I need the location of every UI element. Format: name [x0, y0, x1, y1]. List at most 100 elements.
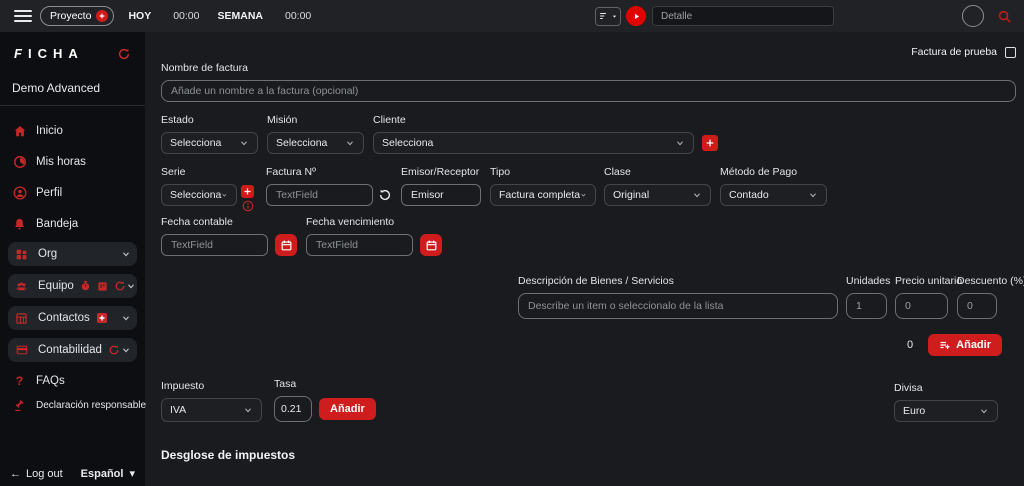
- sidebar-item-label: FAQs: [36, 375, 65, 387]
- descuento-field: Descuento (%): [957, 275, 1024, 319]
- impuesto-select[interactable]: IVA: [161, 398, 262, 422]
- clase-value: Original: [613, 189, 650, 201]
- playlist-add-icon: [940, 341, 950, 349]
- language-label: Español: [80, 467, 124, 480]
- play-icon: [634, 13, 639, 19]
- impuesto-label: Impuesto: [161, 380, 205, 392]
- card-icon: [14, 344, 29, 356]
- metodo-pago-select[interactable]: Contado: [720, 184, 827, 206]
- invoice-name-input[interactable]: [161, 80, 1016, 102]
- descuento-input[interactable]: [957, 293, 997, 319]
- serie-field: Serie Selecciona: [161, 166, 237, 206]
- add-icon[interactable]: [96, 312, 108, 324]
- anadir-tax-button[interactable]: Añadir: [319, 398, 376, 420]
- sidebar-item-label: Contabilidad: [38, 344, 102, 356]
- chevron-down-icon: [694, 193, 700, 198]
- descripcion-input[interactable]: [518, 293, 838, 319]
- sidebar-item-mis-horas[interactable]: Mis horas: [8, 149, 137, 175]
- language-select[interactable]: Español ▾: [80, 467, 135, 481]
- sidebar-item-org[interactable]: Org: [8, 242, 137, 266]
- serie-select[interactable]: Selecciona: [161, 184, 237, 206]
- play-button[interactable]: [626, 6, 646, 26]
- test-invoice-checkbox[interactable]: [1005, 46, 1016, 58]
- contacts-icon: [14, 312, 29, 325]
- project-button[interactable]: Proyecto: [40, 6, 115, 26]
- sidebar-item-label: Declaración responsable: [36, 399, 147, 411]
- search-icon[interactable]: [997, 9, 1012, 24]
- chevron-down-icon: [126, 281, 136, 291]
- sidebar-item-bandeja[interactable]: Bandeja: [8, 211, 137, 237]
- emisor-input[interactable]: [401, 184, 481, 206]
- fecha-contable-input[interactable]: [161, 234, 268, 256]
- stopwatch-icon[interactable]: [80, 280, 91, 292]
- metodo-pago-label: Método de Pago: [720, 166, 798, 178]
- workspace-name: Demo Advanced: [12, 81, 101, 95]
- fecha-vencimiento-calendar-button[interactable]: [420, 234, 442, 256]
- detail-input[interactable]: [652, 6, 834, 26]
- tasa-field: Tasa: [274, 378, 312, 422]
- sidebar-item-declaracion[interactable]: Declaración responsable: [8, 394, 146, 416]
- add-cliente-button[interactable]: [702, 135, 718, 151]
- calendar-icon: [281, 240, 291, 250]
- anadir-item-button[interactable]: Añadir: [928, 334, 1002, 356]
- mision-label: Misión: [267, 114, 298, 126]
- divisa-field: Divisa Euro: [894, 382, 998, 422]
- avatar[interactable]: [962, 5, 984, 27]
- precio-unitario-input[interactable]: [895, 293, 948, 319]
- kanban-icon[interactable]: [97, 281, 108, 292]
- refresh-icon[interactable]: [108, 344, 120, 356]
- estado-select[interactable]: Selecciona: [161, 132, 258, 154]
- bell-icon: [12, 217, 27, 231]
- precio-unitario-field: Precio unitario: [895, 275, 963, 319]
- sidebar-item-contactos[interactable]: Contactos: [8, 306, 137, 330]
- chevron-down-icon: [121, 345, 131, 355]
- clase-label: Clase: [604, 166, 631, 178]
- tipo-value: Factura completa: [499, 189, 581, 201]
- desglose-title: Desglose de impuestos: [161, 448, 296, 462]
- logout-button[interactable]: ← Log out: [10, 468, 63, 480]
- chevron-down-icon: [677, 141, 683, 146]
- cliente-select[interactable]: Selecciona: [373, 132, 694, 154]
- fecha-vencimiento-input[interactable]: [306, 234, 413, 256]
- chevron-down-icon: [245, 408, 251, 413]
- sort-dropdown-button[interactable]: [595, 6, 621, 26]
- cliente-label: Cliente: [373, 114, 406, 126]
- impuesto-value: IVA: [170, 404, 187, 416]
- metodo-pago-field: Método de Pago Contado: [720, 166, 827, 206]
- tasa-label: Tasa: [274, 378, 297, 390]
- divisa-select[interactable]: Euro: [894, 400, 998, 422]
- sidebar-item-contabilidad[interactable]: Contabilidad: [8, 338, 137, 362]
- impuesto-field: Impuesto IVA: [161, 380, 262, 422]
- grid-icon: [14, 248, 29, 261]
- tipo-label: Tipo: [490, 166, 511, 178]
- clase-select[interactable]: Original: [604, 184, 711, 206]
- top-bar: Proyecto HOY 00:00 SEMANA 00:00: [0, 0, 1024, 32]
- tasa-input[interactable]: [274, 396, 312, 422]
- refresh-icon[interactable]: [378, 188, 392, 202]
- refresh-icon[interactable]: [117, 47, 131, 61]
- sidebar-item-equipo[interactable]: Equipo: [8, 274, 137, 298]
- fecha-contable-calendar-button[interactable]: [275, 234, 297, 256]
- arrow-left-icon: ←: [10, 467, 21, 480]
- sidebar-item-label: Bandeja: [36, 218, 79, 230]
- unidades-input[interactable]: [846, 293, 887, 319]
- tipo-field: Tipo Factura completa: [490, 166, 596, 206]
- chevron-down-icon: [981, 409, 987, 414]
- sidebar-item-perfil[interactable]: Perfil: [8, 180, 137, 206]
- calendar-icon: [426, 240, 436, 250]
- precio-unitario-label: Precio unitario: [895, 275, 963, 287]
- sidebar-item-inicio[interactable]: Inicio: [8, 118, 137, 144]
- sidebar-nav: Inicio Mis horas Perfil Bandeja Org Equi…: [0, 118, 146, 416]
- refresh-icon[interactable]: [114, 280, 126, 292]
- factura-n-input[interactable]: [266, 184, 373, 206]
- tipo-select[interactable]: Factura completa: [490, 184, 596, 206]
- mision-select[interactable]: Selecciona: [267, 132, 364, 154]
- person-icon: [12, 186, 27, 200]
- sidebar-item-faqs[interactable]: ? FAQs: [8, 370, 137, 392]
- factura-n-label: Factura Nº: [266, 166, 316, 178]
- hamburger-icon[interactable]: [14, 10, 32, 22]
- sidebar-item-label: Mis horas: [36, 156, 86, 168]
- question-icon: ?: [15, 374, 24, 388]
- add-serie-button[interactable]: [241, 185, 254, 198]
- emisor-field: Emisor/Receptor: [401, 166, 481, 206]
